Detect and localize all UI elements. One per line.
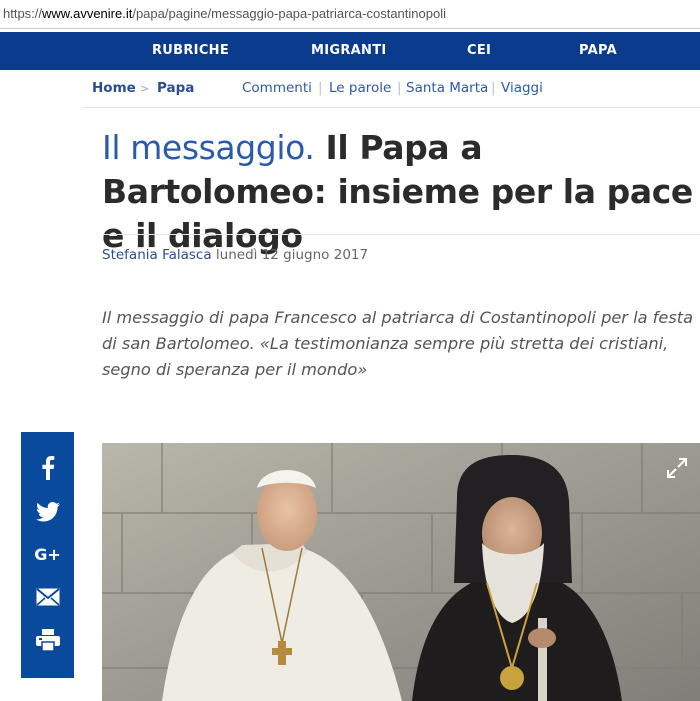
- subnav-separator: |: [318, 80, 323, 96]
- share-print-button[interactable]: [21, 618, 74, 662]
- share-sidebar: G+: [21, 432, 74, 678]
- facebook-icon: [41, 456, 55, 480]
- breadcrumb-papa[interactable]: Papa: [157, 80, 194, 96]
- nav-item-cei[interactable]: CEI: [467, 43, 491, 58]
- breadcrumb-home[interactable]: Home: [92, 80, 136, 96]
- article-photo[interactable]: [102, 443, 700, 701]
- breadcrumb-separator: >: [140, 82, 150, 95]
- article-date: lunedì 12 giugno 2017: [215, 247, 369, 263]
- subnav-le-parole[interactable]: Le parole: [329, 80, 391, 96]
- subnav-commenti[interactable]: Commenti: [242, 80, 312, 96]
- print-icon: [35, 629, 60, 651]
- article-summary: Il messaggio di papa Francesco al patria…: [102, 308, 694, 379]
- photo-illustration: [102, 443, 700, 701]
- expand-icon: [666, 458, 688, 483]
- url-text[interactable]: https://www.avvenire.it/papa/pagine/mess…: [3, 6, 446, 21]
- email-icon: [35, 588, 60, 606]
- browser-address-bar[interactable]: https://www.avvenire.it/papa/pagine/mess…: [0, 0, 700, 29]
- nav-item-papa[interactable]: PAPA: [579, 43, 617, 58]
- url-domain: www.avvenire.it: [42, 6, 133, 21]
- article-byline: Stefania Falasca lunedì 12 giugno 2017: [102, 247, 368, 263]
- share-google-plus-button[interactable]: G+: [21, 532, 74, 576]
- url-path: /papa/pagine/messaggio-papa-patriarca-co…: [132, 6, 446, 21]
- twitter-icon: [35, 502, 60, 522]
- article-kicker: Il messaggio.: [102, 128, 315, 167]
- subnav-viaggi[interactable]: Viaggi: [501, 80, 543, 96]
- article-author[interactable]: Stefania Falasca: [102, 247, 212, 263]
- subnav-separator: |: [397, 80, 402, 96]
- google-plus-icon: G+: [34, 544, 61, 564]
- nav-item-rubriche[interactable]: RUBRICHE: [152, 43, 229, 58]
- photo-expand-button[interactable]: [666, 457, 688, 479]
- main-navigation: RUBRICHE MIGRANTI CEI PAPA: [0, 32, 700, 70]
- subnav-santa-marta[interactable]: Santa Marta: [406, 80, 488, 96]
- url-protocol: https://: [3, 6, 43, 21]
- byline-divider: [102, 234, 700, 235]
- article-headline: Il messaggio. Il Papa a Bartolomeo: insi…: [102, 126, 700, 258]
- subnav-divider: [82, 107, 700, 108]
- nav-item-migranti[interactable]: MIGRANTI: [311, 43, 387, 58]
- subnav-separator: |: [491, 80, 496, 96]
- share-email-button[interactable]: [21, 575, 74, 619]
- share-facebook-button[interactable]: [21, 446, 74, 490]
- share-twitter-button[interactable]: [21, 490, 74, 534]
